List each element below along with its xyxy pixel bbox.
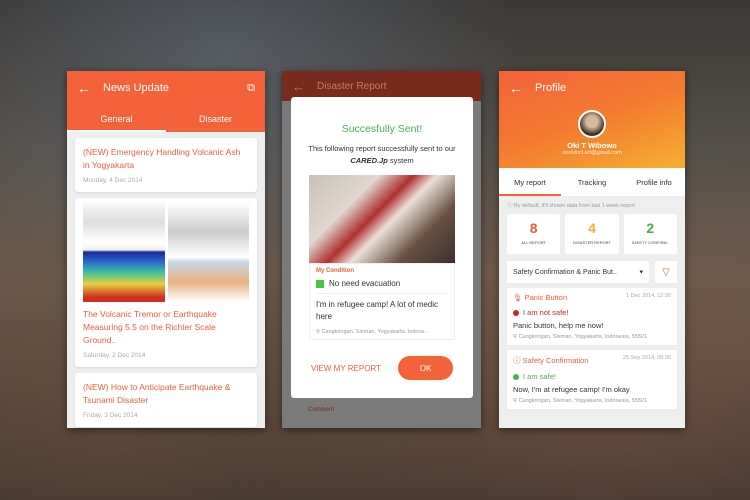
app-bar: ← News Update ⧉ [67, 71, 265, 105]
profile-header: ← Profile Oki T Wibowo oxxivinci.art@gma… [499, 71, 685, 168]
report-type-dropdown[interactable]: Safety Confirmation & Panic But.. ▾ [507, 261, 649, 283]
tab-profile-info[interactable]: Profile info [623, 168, 685, 196]
ok-button[interactable]: OK [398, 356, 453, 380]
news-screen: ← News Update ⧉ General Disaster (NEW) E… [67, 71, 265, 428]
stat-safety-confirm[interactable]: 2 SAFETY CONFIRM.. [623, 214, 677, 254]
value: 2 [646, 220, 655, 236]
alert-circle-icon: ⓘ [513, 356, 523, 365]
label: SAFETY CONFIRM.. [631, 240, 670, 245]
filter-icon[interactable]: ▽ [655, 261, 677, 283]
back-arrow-icon[interactable]: ← [509, 80, 523, 96]
message: Panic button, help me now! [513, 321, 604, 330]
news-date: Monday, 4 Dec 2014 [83, 177, 143, 184]
report-location: Cangkringan, Sleman, Yogyakarta, Indone.… [321, 329, 428, 335]
profile-screen: ← Profile Oki T Wibowo oxxivinci.art@gma… [499, 71, 685, 428]
comment-label: Comment [308, 407, 335, 413]
tab-tracking[interactable]: Tracking [561, 168, 623, 196]
success-dialog: Succesfully Sent! This following report … [291, 97, 473, 398]
report-message: I'm in refugee camp! A lot of medic here [316, 300, 439, 321]
status-dot [513, 373, 519, 380]
back-arrow-icon[interactable]: ← [292, 79, 305, 94]
condition-indicator [316, 279, 324, 288]
dialog-title: Succesfully Sent! [341, 123, 423, 135]
report-card[interactable]: ⓘ Safety Confirmation 25 Sep 2014, 08:30 … [507, 350, 677, 409]
news-title: (NEW) Emergency Handling Volcanic Ash in… [83, 147, 241, 170]
dialog-text: This following report successfully sent … [301, 143, 463, 167]
stat-all-report[interactable]: 8 ALL REPORT [507, 214, 561, 254]
screen-title: Profile [535, 82, 567, 94]
status-dot [513, 309, 519, 316]
news-card[interactable]: The Volcanic Tremor or Earthquake Measur… [75, 198, 257, 367]
tab-my-report[interactable]: My report [499, 168, 561, 196]
condition-value: No need evacuation [329, 279, 401, 288]
condition-label: My Condition [316, 268, 354, 274]
filter: Safety Confirmation & Panic But.. [513, 268, 617, 276]
tab-disaster[interactable]: Disaster [166, 105, 265, 132]
type: Safety Confirmation [522, 356, 589, 365]
system: CARED.Jp [350, 156, 388, 165]
info-text: By default, it'll shown data from last 1… [514, 203, 635, 209]
news-title: (NEW) How to Anticipate Earthquake & Tsu… [83, 382, 231, 405]
status: I am not safe! [523, 308, 569, 317]
dropdown-caret-icon: ▾ [639, 269, 643, 276]
value: 4 [588, 220, 596, 236]
user-name: Oki T Wibowo [567, 141, 617, 150]
avatar [578, 110, 606, 138]
info-icon: ⓘ [507, 203, 515, 209]
stat-disaster-report[interactable]: 4 DISASTER REPORT [565, 214, 619, 254]
report-screen: ← Disaster Report Comment Succesfully Se… [282, 71, 481, 428]
news-date: Saturday, 2 Dec 2014 [83, 352, 146, 359]
message: Now, I'm at refugee camp! I'm okay [513, 385, 630, 394]
news-card[interactable]: (NEW) Emergency Handling Volcanic Ash in… [75, 138, 257, 192]
seismograph-image [83, 202, 249, 302]
screen-title: Disaster Report [317, 80, 387, 92]
report-photo [309, 175, 455, 263]
text-after: system [387, 156, 414, 165]
microphone-icon: 🎙︎ [513, 293, 525, 302]
value: 8 [529, 220, 538, 236]
news-date: Friday, 3 Dec 2014 [83, 412, 138, 419]
time: 1 Dec 2014, 12:30 [626, 293, 671, 299]
report-summary: My Condition No need evacuation I'm in r… [309, 263, 455, 340]
text-before: This following report successfully sent … [308, 144, 456, 153]
user-email: oxxivinci.art@gmail.com [562, 150, 622, 156]
view-my-report-button[interactable]: VIEW MY REPORT [311, 364, 381, 373]
screen-title: News Update [103, 82, 170, 94]
type: Panic Button [524, 293, 568, 302]
time: 25 Sep 2014, 08:30 [622, 355, 671, 361]
location: Cangkringan, Sleman, Yogyakarta, Indones… [518, 334, 647, 340]
location: Cangkringan, Sleman, Yogyakarta, Indones… [518, 398, 647, 404]
news-card[interactable]: (NEW) How to Anticipate Earthquake & Tsu… [75, 373, 257, 427]
tab-general[interactable]: General [67, 105, 166, 132]
back-arrow-icon[interactable]: ← [77, 80, 91, 96]
label: DISASTER REPORT [573, 240, 611, 245]
translate-icon[interactable]: ⧉ [247, 82, 255, 95]
label: ALL REPORT [521, 240, 546, 245]
report-card[interactable]: 🎙︎ Panic Button 1 Dec 2014, 12:30 I am no… [507, 288, 677, 345]
news-title: The Volcanic Tremor or Earthquake Measur… [83, 309, 217, 345]
status: I am safe! [523, 372, 556, 381]
